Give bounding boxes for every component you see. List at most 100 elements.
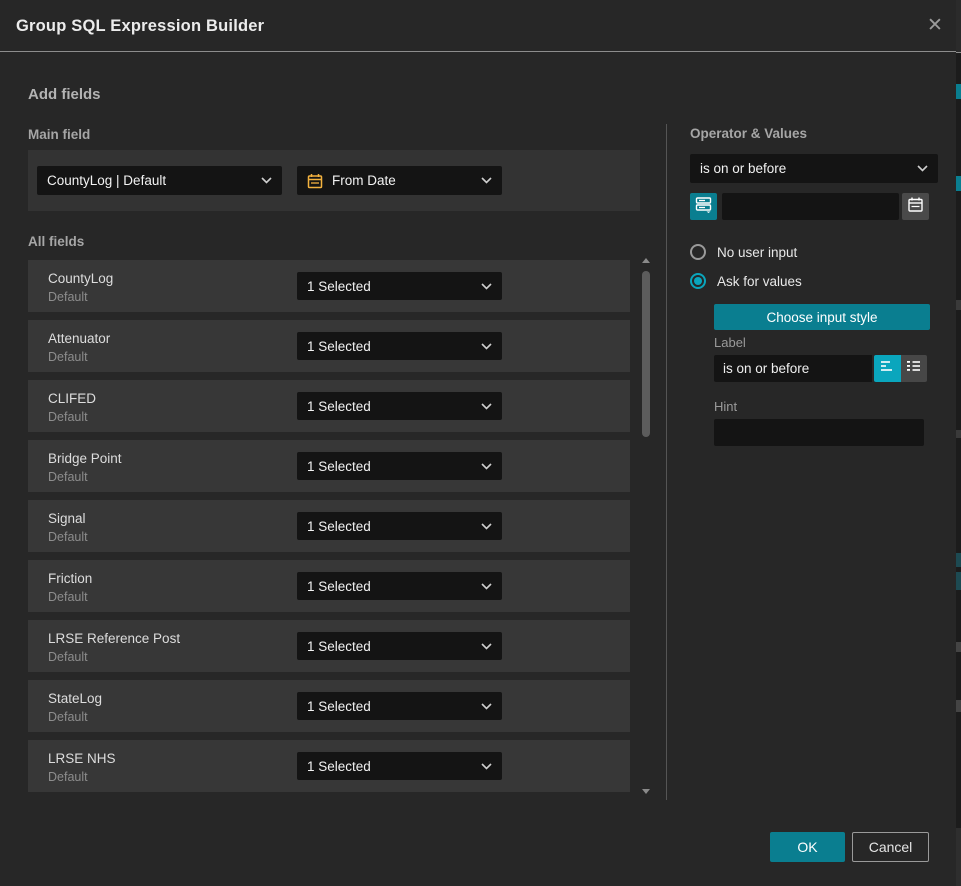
chevron-down-icon: [481, 523, 492, 530]
field-selected-value: 1 Selected: [307, 759, 371, 774]
cancel-button[interactable]: Cancel: [852, 832, 929, 862]
field-row: Bridge Point Default 1 Selected: [28, 440, 630, 492]
chevron-down-icon: [481, 583, 492, 590]
chevron-down-icon: [481, 177, 492, 184]
main-field-heading: Main field: [28, 127, 90, 142]
field-sublabel: Default: [48, 350, 88, 364]
text-style-toggle-selected[interactable]: [874, 355, 901, 382]
close-icon[interactable]: ✕: [924, 15, 946, 37]
field-name: LRSE NHS: [48, 751, 116, 766]
field-selected-dropdown[interactable]: 1 Selected: [297, 572, 502, 600]
chevron-down-icon: [481, 403, 492, 410]
field-name: LRSE Reference Post: [48, 631, 180, 646]
field-name: CountyLog: [48, 271, 113, 286]
field-selected-dropdown[interactable]: 1 Selected: [297, 332, 502, 360]
scrollbar-thumb[interactable]: [642, 271, 650, 437]
radio-label: Ask for values: [717, 274, 802, 289]
field-selected-value: 1 Selected: [307, 699, 371, 714]
chevron-down-icon: [261, 177, 272, 184]
all-fields-list: CountyLog Default 1 Selected Attenuator …: [28, 260, 630, 800]
radio-ask-for-values[interactable]: Ask for values: [690, 273, 802, 289]
field-selected-dropdown[interactable]: 1 Selected: [297, 272, 502, 300]
field-selected-value: 1 Selected: [307, 399, 371, 414]
operator-dropdown-value: is on or before: [700, 161, 786, 176]
field-name: CLIFED: [48, 391, 96, 406]
field-sublabel: Default: [48, 530, 88, 544]
add-fields-heading: Add fields: [28, 86, 101, 103]
operator-dropdown[interactable]: is on or before: [690, 154, 938, 183]
field-selected-value: 1 Selected: [307, 579, 371, 594]
hint-input[interactable]: [714, 419, 924, 446]
calendar-icon: [307, 173, 323, 189]
list-icon: [906, 359, 922, 378]
dialog-titlebar: Group SQL Expression Builder ✕: [0, 0, 956, 52]
all-fields-heading: All fields: [28, 234, 84, 249]
chevron-down-icon: [481, 763, 492, 770]
chevron-down-icon: [481, 463, 492, 470]
chevron-down-icon: [481, 643, 492, 650]
field-name: StateLog: [48, 691, 102, 706]
field-selected-value: 1 Selected: [307, 279, 371, 294]
field-sublabel: Default: [48, 650, 88, 664]
choose-input-style-button[interactable]: Choose input style: [714, 304, 930, 330]
list-scrollbar[interactable]: [639, 256, 653, 796]
field-row: Signal Default 1 Selected: [28, 500, 630, 552]
radio-icon: [690, 273, 706, 289]
field-name: Signal: [48, 511, 86, 526]
chevron-down-icon: [481, 283, 492, 290]
field-sublabel: Default: [48, 710, 88, 724]
radio-no-user-input[interactable]: No user input: [690, 244, 797, 260]
field-row: CountyLog Default 1 Selected: [28, 260, 630, 312]
field-selected-dropdown[interactable]: 1 Selected: [297, 512, 502, 540]
label-caption: Label: [714, 335, 746, 350]
field-row: StateLog Default 1 Selected: [28, 680, 630, 732]
field-name: Friction: [48, 571, 92, 586]
calendar-icon: [907, 196, 924, 218]
field-row: CLIFED Default 1 Selected: [28, 380, 630, 432]
list-style-toggle[interactable]: [901, 355, 927, 382]
field-sublabel: Default: [48, 590, 88, 604]
panel-divider: [666, 124, 667, 800]
field-sublabel: Default: [48, 290, 88, 304]
main-field-field-dropdown[interactable]: From Date: [297, 166, 502, 195]
scroll-up-icon[interactable]: [642, 258, 650, 263]
field-sublabel: Default: [48, 770, 88, 784]
field-name: Attenuator: [48, 331, 110, 346]
label-input[interactable]: [714, 355, 872, 382]
field-selected-value: 1 Selected: [307, 519, 371, 534]
field-row: Friction Default 1 Selected: [28, 560, 630, 612]
hint-caption: Hint: [714, 399, 737, 414]
align-left-icon: [880, 359, 896, 378]
field-selected-dropdown[interactable]: 1 Selected: [297, 392, 502, 420]
stacked-values-icon: [695, 196, 712, 218]
chevron-down-icon: [481, 703, 492, 710]
main-field-layer-dropdown[interactable]: CountyLog | Default: [37, 166, 282, 195]
field-sublabel: Default: [48, 470, 88, 484]
chevron-down-icon: [917, 165, 928, 172]
main-field-layer-dropdown-value: CountyLog | Default: [47, 173, 166, 188]
value-input[interactable]: [722, 193, 899, 220]
ok-button[interactable]: OK: [770, 832, 845, 862]
field-selected-dropdown[interactable]: 1 Selected: [297, 452, 502, 480]
field-selected-dropdown[interactable]: 1 Selected: [297, 692, 502, 720]
field-selected-value: 1 Selected: [307, 459, 371, 474]
operator-values-heading: Operator & Values: [690, 126, 807, 141]
field-selected-dropdown[interactable]: 1 Selected: [297, 752, 502, 780]
main-field-field-dropdown-value: From Date: [332, 173, 396, 188]
date-picker-button[interactable]: [902, 193, 929, 220]
field-row: LRSE Reference Post Default 1 Selected: [28, 620, 630, 672]
field-name: Bridge Point: [48, 451, 122, 466]
value-source-button[interactable]: [690, 193, 717, 220]
field-row: LRSE NHS Default 1 Selected: [28, 740, 630, 792]
background-app-edge: [956, 0, 961, 886]
scroll-down-icon[interactable]: [642, 789, 650, 794]
field-selected-value: 1 Selected: [307, 339, 371, 354]
radio-icon: [690, 244, 706, 260]
field-sublabel: Default: [48, 410, 88, 424]
chevron-down-icon: [481, 343, 492, 350]
field-selected-value: 1 Selected: [307, 639, 371, 654]
group-sql-expression-builder-dialog: Group SQL Expression Builder ✕ Add field…: [0, 0, 956, 886]
radio-label: No user input: [717, 245, 797, 260]
main-field-container: CountyLog | Default From Date: [28, 150, 640, 211]
field-selected-dropdown[interactable]: 1 Selected: [297, 632, 502, 660]
